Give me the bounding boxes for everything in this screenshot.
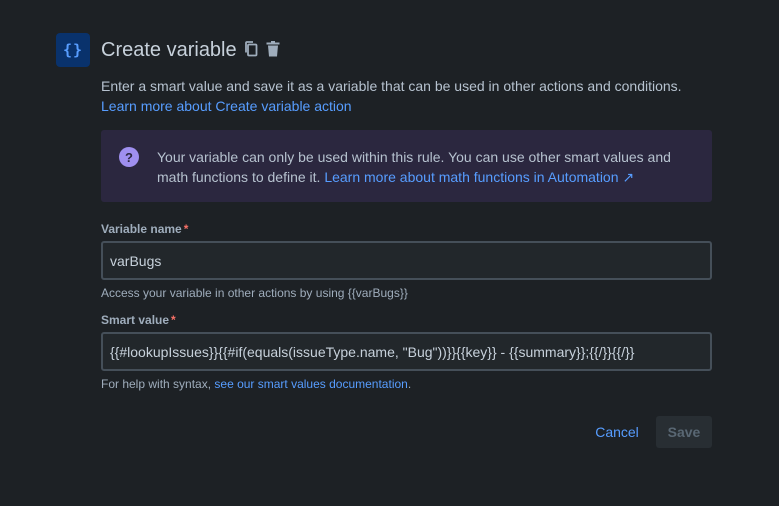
smart-value-help: For help with syntax, see our smart valu… xyxy=(101,377,412,391)
question-circle-icon: ? xyxy=(119,147,139,167)
learn-more-create-variable-link[interactable]: Learn more about Create variable action xyxy=(101,98,352,114)
cancel-button[interactable]: Cancel xyxy=(584,416,650,448)
trash-icon[interactable] xyxy=(265,40,281,58)
copy-icon[interactable] xyxy=(243,40,259,58)
save-button[interactable]: Save xyxy=(656,416,712,448)
variable-name-help: Access your variable in other actions by… xyxy=(101,286,408,300)
smart-values-docs-link[interactable]: see our smart values documentation xyxy=(214,377,407,391)
description: Enter a smart value and save it as a var… xyxy=(101,78,682,114)
create-variable-panel: {} Create variable Enter a smart value a… xyxy=(0,0,779,506)
page-title: Create variable xyxy=(101,39,237,61)
variable-name-input[interactable]: varBugs xyxy=(101,241,712,280)
required-mark: * xyxy=(171,313,176,327)
title-actions xyxy=(243,40,281,58)
info-panel: ? Your variable can only be used within … xyxy=(101,130,712,202)
learn-more-math-functions-link[interactable]: Learn more about math functions in Autom… xyxy=(324,169,634,185)
required-mark: * xyxy=(183,222,189,236)
info-text: Your variable can only be used within th… xyxy=(157,149,671,185)
curly-braces-icon: {} xyxy=(56,33,90,67)
smart-value-input[interactable]: {{#lookupIssues}}{{#if(equals(issueType.… xyxy=(101,332,712,371)
smart-value-label: Smart value * xyxy=(101,313,176,327)
variable-name-label: Variable name * xyxy=(101,222,189,236)
